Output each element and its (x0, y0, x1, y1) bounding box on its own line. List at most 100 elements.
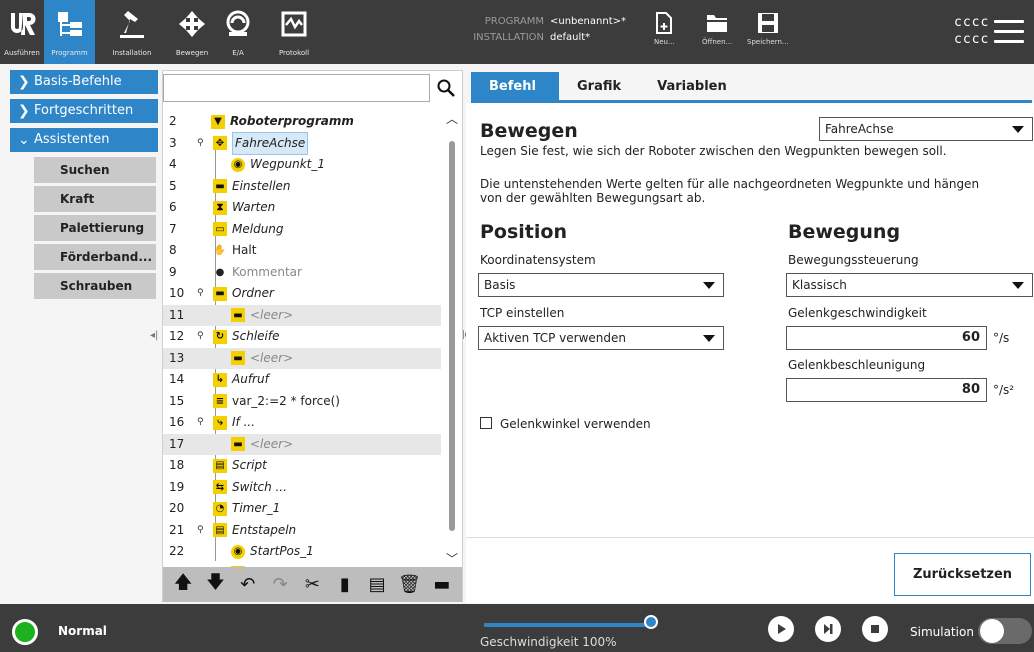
coord-system-select[interactable]: Basis (478, 273, 724, 297)
tree-row[interactable]: 20 ◔ Timer_1 (163, 498, 441, 520)
speed-slider-handle[interactable] (644, 615, 658, 629)
open-button[interactable]: Öffnen... (702, 12, 732, 46)
scroll-down-icon[interactable]: ﹀ (443, 551, 461, 567)
tab-variables[interactable]: Variablen (639, 72, 745, 100)
tree-row[interactable]: 17 ▬ <leer> (163, 433, 441, 456)
collapse-left-handle[interactable]: ◂| (150, 330, 162, 346)
nav-wizards[interactable]: ⌄ Assistenten (10, 128, 158, 152)
tree-row[interactable]: 19 ⇆ Switch ... (163, 477, 441, 499)
tree-row[interactable]: 18 ▤ Script (163, 455, 441, 477)
scroll-thumb[interactable] (449, 141, 455, 531)
motion-control-select[interactable]: Klassisch (786, 273, 1033, 297)
tree-node[interactable]: ▼ Roboterprogramm (211, 111, 354, 133)
step-button[interactable] (815, 616, 841, 642)
tree-row[interactable]: 15 ≡ var_2:=2 * force() (163, 391, 441, 413)
collapse-pin-icon[interactable]: ⚲ (197, 326, 204, 348)
wizard-palletizing[interactable]: Palettierung (34, 215, 156, 241)
tree-node[interactable]: ≡ var_2:=2 * force() (213, 391, 340, 413)
nav-advanced[interactable]: ❯ Fortgeschritten (10, 99, 158, 123)
tree-row[interactable]: 10 ⚲ ▬ Ordner (163, 283, 441, 305)
new-button[interactable]: Neu... (654, 12, 675, 46)
speed-slider[interactable] (484, 623, 652, 627)
tree-node[interactable]: ▬ Ordner (213, 283, 274, 305)
wizard-conveyor[interactable]: Förderband... (34, 244, 156, 270)
tree-row[interactable]: 5 ▬ Einstellen (163, 176, 441, 198)
tree-row[interactable]: 8 ✋ Halt (163, 240, 441, 262)
tree-row[interactable]: 7 ▭ Meldung (163, 219, 441, 241)
tree-row[interactable]: 22 ◉ StartPos_1 (163, 541, 441, 563)
save-button[interactable]: Speichern... (747, 12, 789, 46)
scroll-up-icon[interactable]: ︿ (443, 111, 461, 127)
hamburger-menu-icon[interactable] (994, 20, 1024, 46)
tree-row[interactable]: 21 ⚲ ▤ Entstapeln (163, 520, 441, 542)
cut-icon[interactable]: ✂ (301, 574, 323, 596)
joint-speed-field[interactable]: 60 (786, 326, 987, 350)
tree-node[interactable]: ▤ Entstapeln (213, 520, 296, 542)
tree-row[interactable]: 6 ⧗ Warten (163, 197, 441, 219)
tree-node[interactable]: ● Kommentar (213, 262, 302, 284)
tree-row[interactable]: 14 ↳ Aufruf (163, 369, 441, 391)
tree-node[interactable]: ✥ FahreAchse (213, 131, 309, 155)
move-tab[interactable]: Bewegen (169, 0, 215, 64)
collapse-pin-icon[interactable]: ⚲ (197, 412, 204, 434)
joint-angle-checkbox[interactable] (480, 417, 492, 429)
copy-icon[interactable]: ▮ (334, 574, 356, 596)
wizard-screwing[interactable]: Schrauben (34, 273, 156, 299)
tree-row[interactable]: 12 ⚲ ↻ Schleife (163, 326, 441, 348)
search-icon[interactable] (430, 74, 462, 102)
undo-icon[interactable]: ↶ (237, 574, 259, 596)
tree-node[interactable]: ◉ StartPos_1 (231, 541, 314, 563)
delete-icon[interactable]: 🗑 (398, 574, 421, 596)
tcp-select[interactable]: Aktiven TCP verwenden (478, 326, 724, 350)
program-tree[interactable]: 2 ▼ Roboterprogramm 3 ⚲ ✥ FahreAchse 4 ◉ Wegpunkt… (163, 111, 441, 567)
tree-node[interactable]: ⤷ If ... (213, 412, 255, 434)
program-tab[interactable]: Programm (44, 0, 95, 64)
tree-node[interactable]: ⧗ Warten (213, 197, 275, 219)
installation-tab[interactable]: Installation (95, 0, 169, 64)
tree-node[interactable]: ▬ <leer> (231, 434, 293, 456)
tab-graphics[interactable]: Grafik (559, 72, 639, 100)
tree-node[interactable]: ◉ Wegpunkt_1 (231, 154, 325, 176)
move-type-select[interactable]: FahreAchse (819, 117, 1033, 141)
collapse-pin-icon[interactable]: ⚲ (197, 520, 204, 542)
run-tab[interactable]: Ausführen (0, 0, 44, 64)
tree-search-input[interactable] (163, 74, 430, 102)
collapse-pin-icon[interactable]: ⚲ (197, 133, 204, 155)
tree-node[interactable]: ⇆ Switch ... (213, 477, 287, 499)
paste-icon[interactable]: ▤ (366, 574, 388, 596)
wizard-force[interactable]: Kraft (34, 186, 156, 212)
tree-node[interactable]: ✋ Halt (213, 240, 257, 262)
tree-row[interactable]: 16 ⚲ ⤷ If ... (163, 412, 441, 434)
move-up-icon[interactable]: 🡅 (172, 572, 194, 596)
tree-node[interactable]: ▬ <leer> (231, 305, 293, 327)
tree-node[interactable]: ↳ Aufruf (213, 369, 269, 391)
tree-row[interactable]: 9 ● Kommentar (163, 262, 441, 284)
tree-node[interactable]: ◔ Timer_1 (213, 498, 280, 520)
tree-row[interactable]: 3 ⚲ ✥ FahreAchse (163, 131, 441, 155)
nav-basis-commands[interactable]: ❯ Basis-Befehle (10, 70, 158, 94)
tree-row[interactable]: 4 ◉ Wegpunkt_1 (163, 154, 441, 176)
simulation-toggle[interactable] (978, 618, 1032, 644)
collapse-pin-icon[interactable]: ⚲ (197, 283, 204, 305)
tree-row[interactable]: 13 ▬ <leer> (163, 347, 441, 370)
tree-node[interactable]: ▬ <leer> (231, 348, 293, 370)
log-tab[interactable]: Protokoll (261, 0, 327, 64)
tree-node[interactable]: ↻ Schleife (213, 326, 279, 348)
tree-node[interactable]: ▤ Script (213, 455, 267, 477)
tree-row[interactable]: 2 ▼ Roboterprogramm (163, 111, 441, 133)
robot-status-icon[interactable] (12, 619, 38, 645)
wizard-search[interactable]: Suchen (34, 157, 156, 183)
play-button[interactable] (768, 616, 794, 642)
tree-row[interactable]: 11 ▬ <leer> (163, 304, 441, 327)
tree-node[interactable]: ▭ Meldung (213, 219, 284, 241)
tree-scrollbar[interactable]: ︿ ﹀ (443, 111, 461, 567)
redo-icon[interactable]: ↷ (269, 574, 291, 596)
joint-accel-field[interactable]: 80 (786, 378, 987, 402)
tab-command[interactable]: Befehl (471, 72, 559, 100)
tree-node[interactable]: ▬ Einstellen (213, 176, 291, 198)
move-down-icon[interactable]: 🡇 (204, 572, 226, 596)
suppress-icon[interactable]: ▬ (431, 574, 453, 596)
reset-button[interactable]: Zurücksetzen (894, 553, 1031, 596)
stop-button[interactable] (862, 616, 888, 642)
io-tab[interactable]: E/A (215, 0, 261, 64)
